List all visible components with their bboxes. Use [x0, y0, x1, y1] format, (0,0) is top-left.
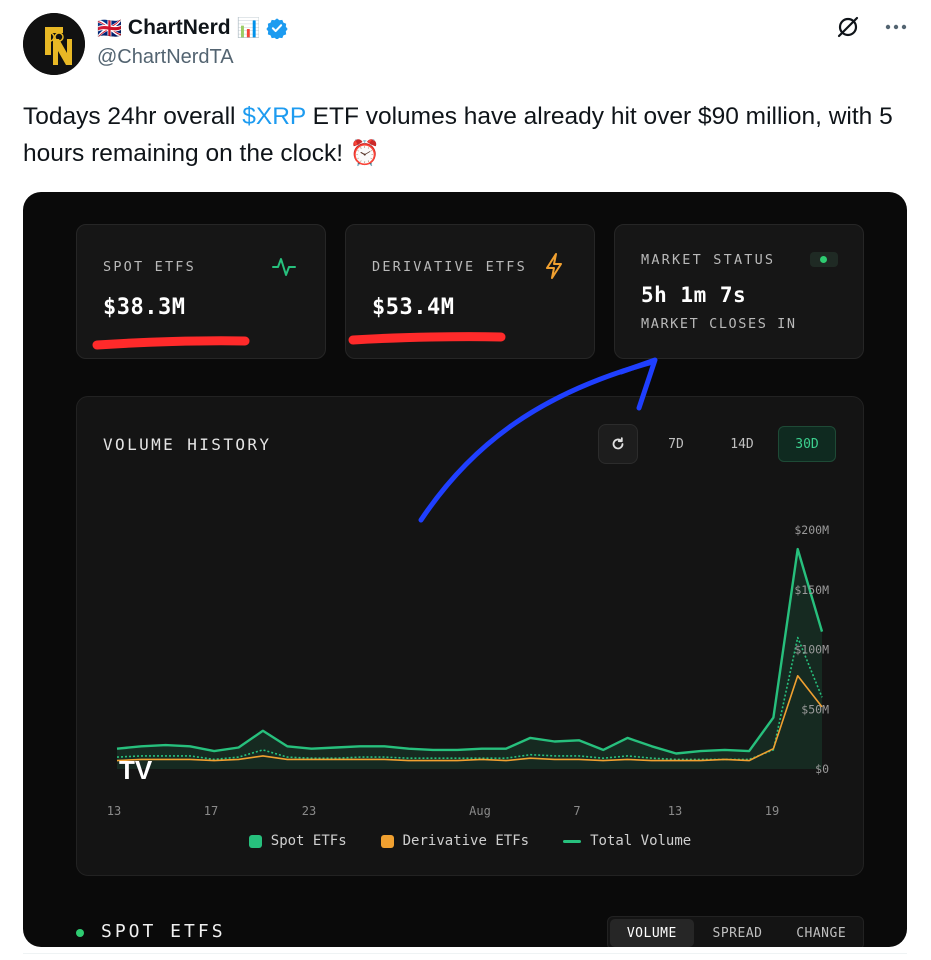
avatar-logo-icon: [23, 13, 85, 75]
spot-value-underline: [92, 336, 250, 350]
handle[interactable]: @ChartNerdTA: [97, 46, 234, 69]
tweet-text: Todays 24hr overall $XRP ETF volumes hav…: [23, 98, 913, 172]
author-name-row: 🇬🇧 ChartNerd 📊: [97, 14, 288, 42]
derivative-value-underline: [348, 332, 506, 345]
more-options-icon[interactable]: [883, 14, 909, 40]
verified-badge-icon: [266, 18, 288, 39]
avatar[interactable]: [23, 13, 85, 75]
display-name[interactable]: ChartNerd: [128, 16, 231, 40]
annotation-layer: [92, 332, 658, 523]
tweet-bottom-divider: [23, 953, 907, 954]
chart-emoji: 📊: [236, 18, 261, 39]
grok-icon[interactable]: [835, 14, 861, 40]
alarm-clock-emoji: ⏰: [349, 140, 381, 167]
annotation-arrowhead: [618, 357, 658, 411]
cashtag-link[interactable]: $XRP: [242, 103, 306, 130]
flag-emoji: 🇬🇧: [97, 17, 122, 40]
tweet-top-actions: [835, 14, 909, 40]
annotation-arrow: [418, 359, 656, 523]
tweet-text-part: Todays 24hr overall: [23, 103, 243, 130]
tweet-media-image[interactable]: SPOT ETFS $38.3M DERIVATIVE ETFS $53.4M …: [23, 192, 907, 947]
